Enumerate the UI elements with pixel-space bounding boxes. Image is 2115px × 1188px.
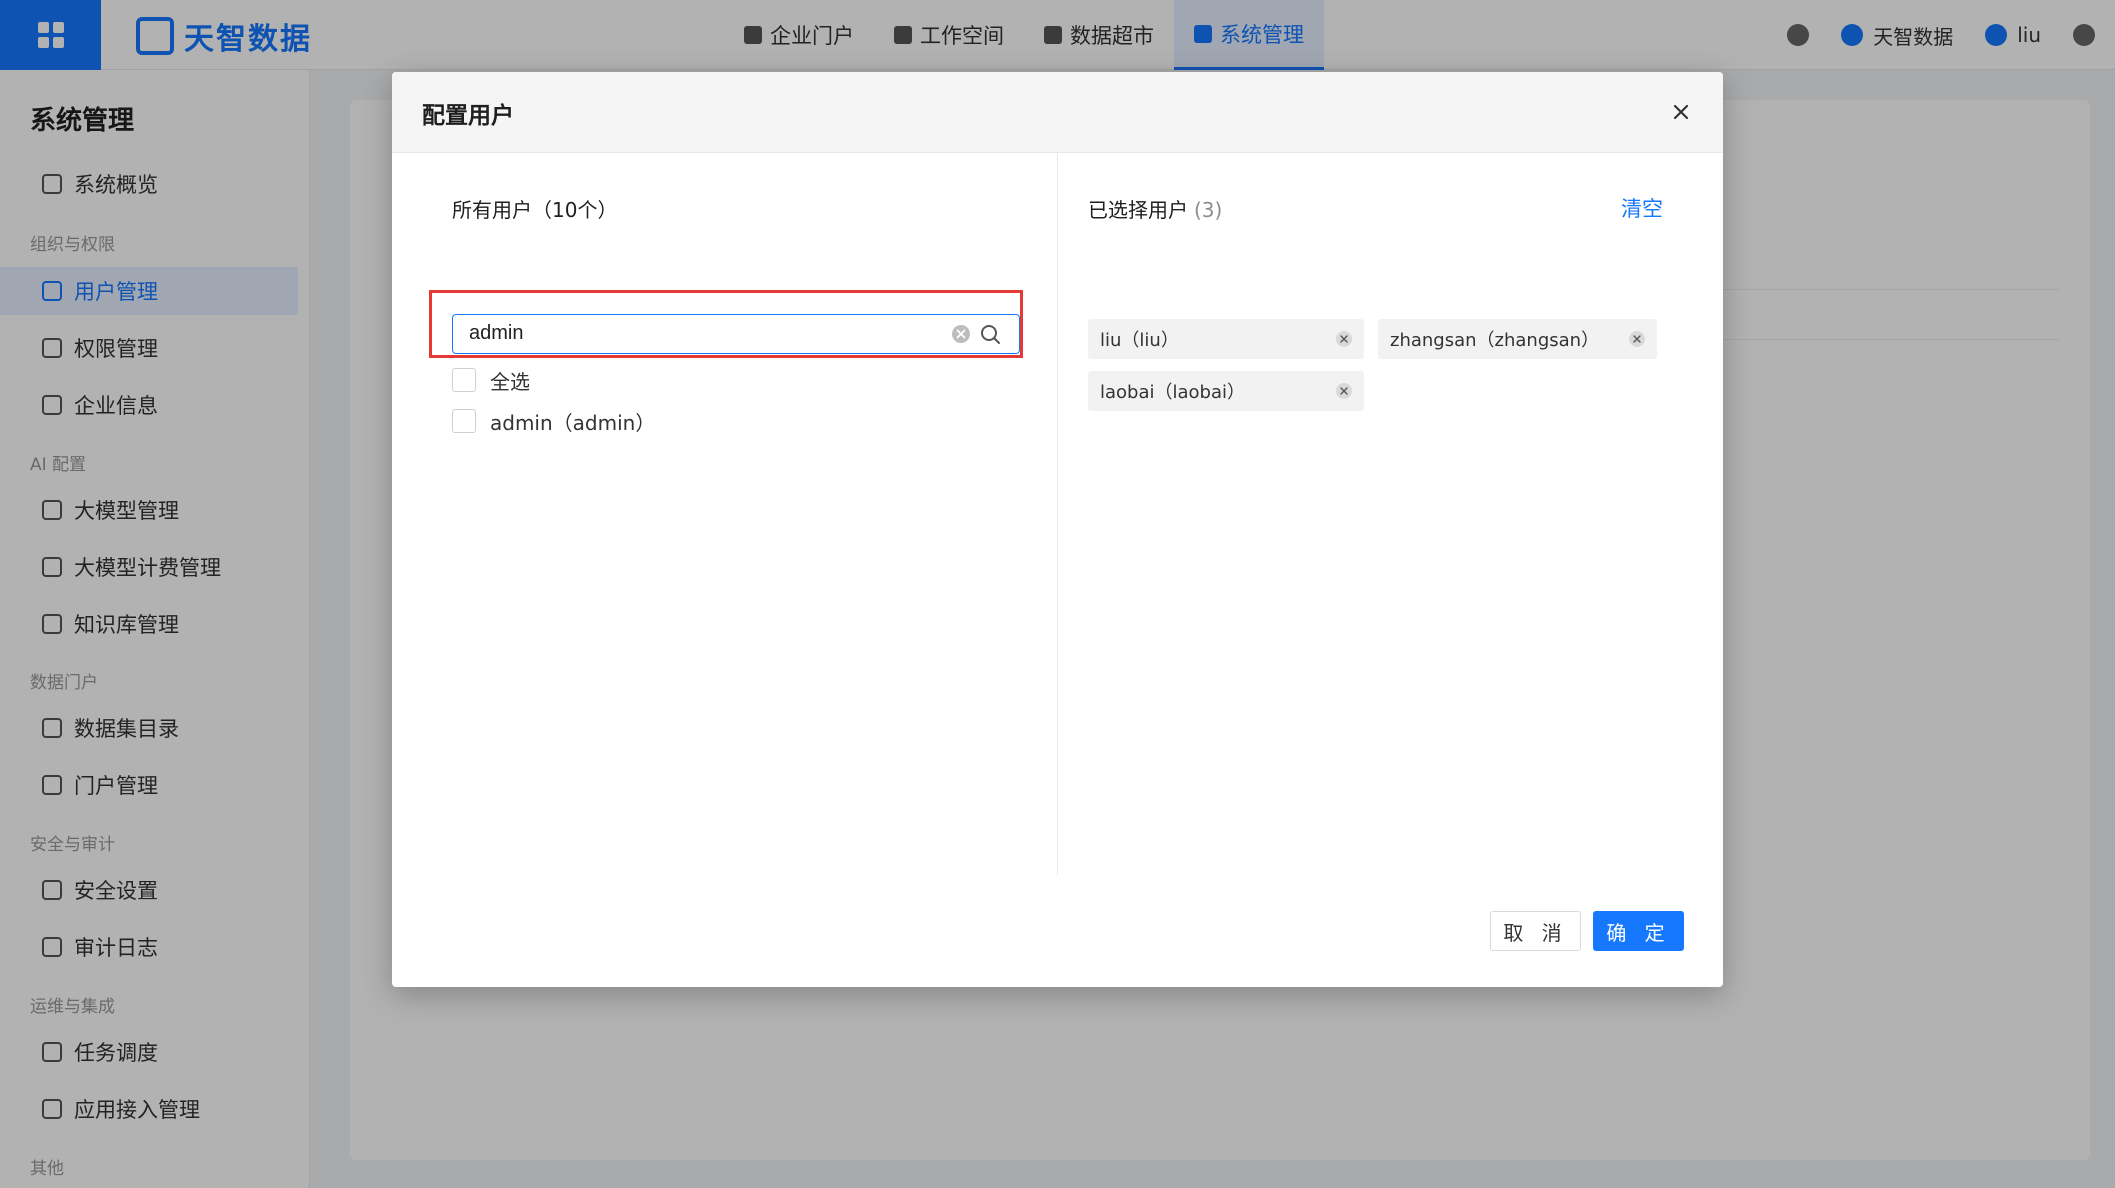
select-all-label: 全选 xyxy=(490,369,530,394)
search-icon[interactable] xyxy=(979,323,1001,345)
clear-all-link[interactable]: 清空 xyxy=(1621,193,1663,223)
selected-users-title-text: 已选择用户 xyxy=(1088,198,1188,222)
dialog-header: 配置用户 xyxy=(392,72,1723,153)
cancel-button[interactable]: 取 消 xyxy=(1490,911,1581,951)
user-checkbox[interactable] xyxy=(452,409,476,433)
selected-users-count: (3) xyxy=(1194,198,1223,222)
user-label: admin（admin） xyxy=(490,410,656,435)
all-users-title: 所有用户（10个） xyxy=(452,198,618,222)
pane-divider xyxy=(1057,153,1058,875)
dialog-title: 配置用户 xyxy=(422,103,514,129)
clear-search-icon[interactable] xyxy=(952,325,970,343)
remove-tag-icon[interactable] xyxy=(1336,331,1352,347)
user-list-item[interactable]: admin（admin） xyxy=(452,407,655,435)
selected-user-tag: liu（liu） xyxy=(1088,319,1364,359)
selected-user-tag-label: laobai（laobai） xyxy=(1100,382,1246,403)
close-button[interactable] xyxy=(1665,96,1697,128)
remove-tag-icon[interactable] xyxy=(1336,383,1352,399)
selected-user-tag: laobai（laobai） xyxy=(1088,371,1364,411)
selected-user-tag-label: liu（liu） xyxy=(1100,330,1179,351)
remove-tag-icon[interactable] xyxy=(1629,331,1645,347)
close-icon xyxy=(1673,104,1689,120)
selected-user-tag: zhangsan（zhangsan） xyxy=(1378,319,1657,359)
confirm-button[interactable]: 确 定 xyxy=(1593,911,1684,951)
selected-user-tag-label: zhangsan（zhangsan） xyxy=(1390,330,1600,351)
select-all-checkbox[interactable] xyxy=(452,368,476,392)
user-search-box xyxy=(452,314,1020,354)
user-search-input[interactable] xyxy=(469,315,949,352)
selected-users-title: 已选择用户 (3) xyxy=(1088,194,1222,223)
configure-users-dialog: 配置用户 所有用户（10个） 全选 admin（admin） 已选择用户( xyxy=(392,72,1723,987)
select-all-checkbox-row[interactable]: 全选 xyxy=(452,366,530,394)
